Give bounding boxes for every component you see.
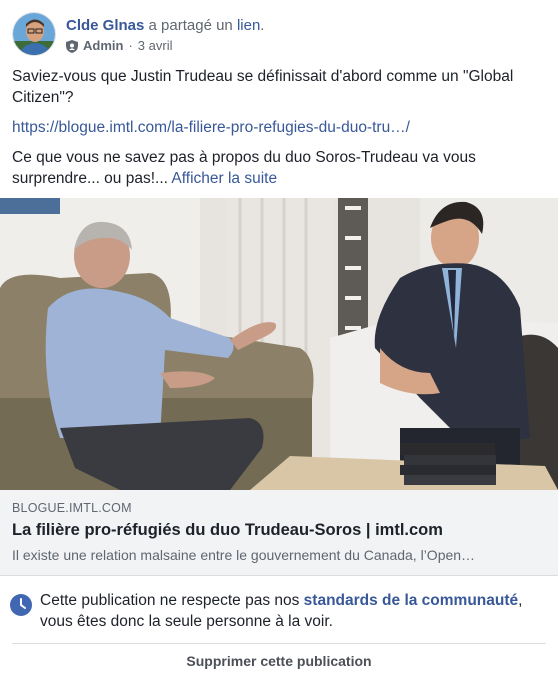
post-url-link[interactable]: https://blogue.imtl.com/la-filiere-pro-r… [12, 119, 410, 136]
community-standards-link[interactable]: standards de la communauté [304, 592, 518, 609]
post-header: Clde Glnas a partagé un lien. Admin · 3 … [12, 12, 264, 60]
community-standards-notice: Cette publication ne respecte pas nos st… [0, 577, 558, 687]
post-date[interactable]: 3 avril [138, 38, 173, 54]
sub-header: Admin · 3 avril [66, 38, 264, 54]
link-preview-image[interactable] [0, 198, 558, 490]
facebook-post: Clde Glnas a partagé un lien. Admin · 3 … [0, 0, 558, 687]
preview-domain: BLOGUE.IMTL.COM [12, 501, 132, 515]
divider [12, 643, 546, 644]
preview-description: Il existe une relation malsaine entre le… [12, 547, 476, 563]
link-preview[interactable]: BLOGUE.IMTL.COM La filière pro-réfugiés … [0, 490, 558, 576]
header-line: Clde Glnas a partagé un lien. [66, 16, 264, 35]
delete-post-button[interactable]: Supprimer cette publication [0, 653, 558, 669]
shared-end: . [260, 17, 265, 34]
shield-icon [66, 39, 78, 53]
preview-title[interactable]: La filière pro-réfugiés du duo Trudeau-S… [12, 521, 443, 540]
author-avatar[interactable] [12, 12, 56, 56]
post-body: Saviez-vous que Justin Trudeau se défini… [12, 66, 542, 198]
see-more-link[interactable]: Afficher la suite [171, 170, 277, 187]
author-name[interactable]: Clde Glnas [66, 17, 144, 34]
shared-link[interactable]: lien [237, 17, 260, 34]
clock-icon [10, 594, 32, 616]
role-badge: Admin [83, 38, 124, 53]
post-meta: Clde Glnas a partagé un lien. Admin · 3 … [66, 16, 264, 60]
shared-text: a partagé un [144, 17, 237, 34]
separator: · [128, 38, 133, 53]
notice-text: Cette publication ne respecte pas nos st… [40, 590, 545, 632]
notice-text-before: Cette publication ne respecte pas nos [40, 592, 304, 609]
post-paragraph-1: Saviez-vous que Justin Trudeau se défini… [12, 68, 514, 106]
